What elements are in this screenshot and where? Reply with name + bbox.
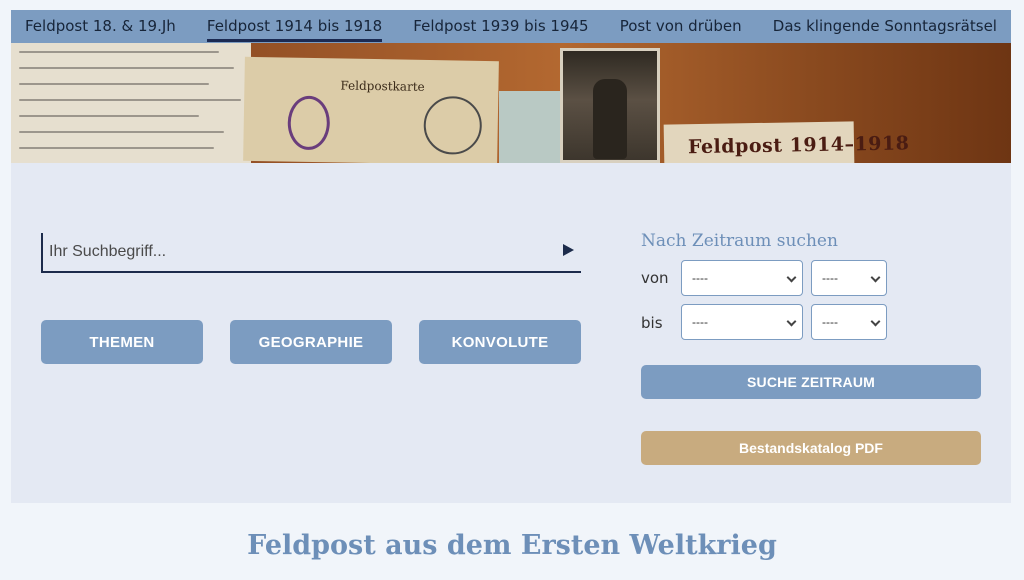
from-month-select[interactable]: ---- [681, 260, 803, 296]
from-label: von [641, 269, 669, 287]
play-triangle-icon [562, 244, 574, 256]
search-panel: THEMEN GEOGRAPHIE KONVOLUTE Nach Zeitrau… [11, 163, 1011, 503]
to-year-select[interactable]: ---- [811, 304, 887, 340]
themen-button[interactable]: THEMEN [41, 320, 203, 364]
nav-item-feldpost-18-19[interactable]: Feldpost 18. & 19.Jh [25, 10, 176, 43]
nav-item-feldpost-1914-1918[interactable]: Feldpost 1914 bis 1918 [206, 10, 383, 43]
soldier-photo-image [560, 48, 660, 163]
card-title-text: Feldpostkarte [340, 78, 425, 94]
chevron-down-icon [786, 272, 797, 283]
handwritten-letter-image [11, 43, 251, 163]
geographie-button[interactable]: GEOGRAPHIE [230, 320, 392, 364]
letter-paper-image [499, 91, 569, 163]
soldier-figure-icon [593, 79, 627, 159]
postmark-icon [423, 95, 483, 155]
to-month-select[interactable]: ---- [681, 304, 803, 340]
nav-item-post-von-drueben[interactable]: Post von drüben [620, 10, 742, 43]
from-year-select[interactable]: ---- [811, 260, 887, 296]
nav-item-sonntagsraetsel[interactable]: Das klingende Sonntagsrätsel [773, 10, 997, 43]
nav-item-feldpost-1939-1945[interactable]: Feldpost 1939 bis 1945 [413, 10, 588, 43]
search-submit-button[interactable] [559, 241, 577, 259]
chevron-down-icon [870, 316, 881, 327]
feldpostkarte-image: Feldpostkarte [243, 56, 499, 163]
header-banner-image: Feldpostkarte Feldpost 1914–1918 [11, 43, 1011, 163]
top-navigation: Feldpost 18. & 19.Jh Feldpost 1914 bis 1… [11, 10, 1011, 43]
search-period-button[interactable]: SUCHE ZEITRAUM [641, 365, 981, 399]
chevron-down-icon [870, 272, 881, 283]
chevron-down-icon [786, 316, 797, 327]
banner-label-text: Feldpost 1914–1918 [687, 132, 910, 159]
period-search-panel: Nach Zeitraum suchen von ---- ---- bis -… [641, 163, 981, 503]
to-month-value: ---- [692, 315, 708, 329]
purple-stamp-icon [287, 95, 331, 151]
konvolute-button[interactable]: KONVOLUTE [419, 320, 581, 364]
catalog-pdf-button[interactable]: Bestandskatalog PDF [641, 431, 981, 465]
search-input[interactable] [49, 239, 539, 265]
to-year-value: ---- [822, 315, 838, 329]
period-search-heading: Nach Zeitraum suchen [641, 231, 838, 251]
to-label: bis [641, 314, 663, 332]
banner-label-card: Feldpost 1914–1918 [663, 121, 910, 163]
search-box [41, 233, 581, 273]
from-year-value: ---- [822, 271, 838, 285]
page-headline: Feldpost aus dem Ersten Weltkrieg [247, 530, 777, 561]
from-month-value: ---- [692, 271, 708, 285]
